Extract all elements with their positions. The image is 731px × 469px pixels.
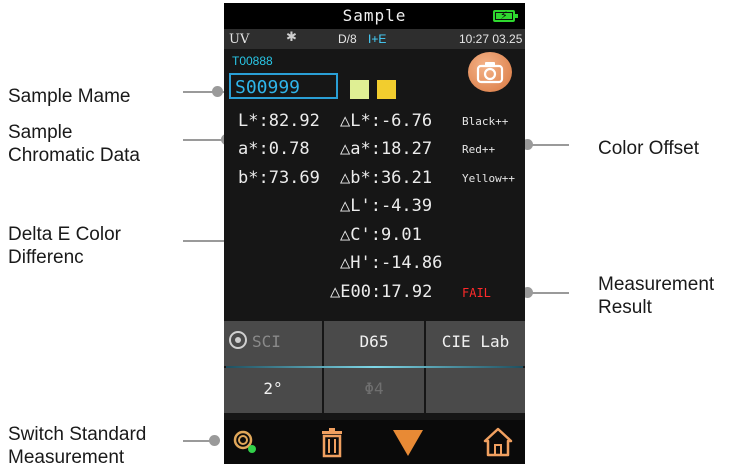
illuminant-button[interactable]: D65 (324, 321, 424, 366)
sci-button[interactable]: SCI (224, 321, 322, 366)
screen-title: Sample (342, 6, 407, 25)
offset-b-label: Yellow++ (462, 172, 515, 185)
clock: 10:27 03.25 (459, 32, 523, 46)
camera-button[interactable] (468, 52, 512, 92)
battery-icon: ⚡ (493, 9, 518, 22)
status-bar: UV ✱ D/8 I+E 10:27 03.25 (224, 29, 525, 49)
bluetooth-icon: ✱ (286, 30, 297, 45)
callout-delta-e-line1: Delta E Color (8, 224, 121, 245)
callout-chromatic-line2: Chromatic Data (8, 145, 140, 166)
geometry-indicator: D/8 (338, 32, 357, 46)
lab-a-value: a*:0.78 (238, 139, 310, 159)
observer-button[interactable]: 2° (224, 368, 322, 413)
leader-dot-switch (209, 435, 220, 446)
delta-l-value: △L*:-6.76 (340, 111, 433, 131)
device-screen: Sample ⚡ UV ✱ D/8 I+E 10:27 03.25 T00888… (224, 3, 525, 464)
trash-icon[interactable] (316, 426, 348, 458)
measurement-result: FAIL (462, 286, 491, 300)
lab-l-value: L*:82.92 (238, 111, 320, 131)
home-icon[interactable] (482, 426, 514, 458)
observer-label: 2° (263, 379, 283, 398)
callout-chromatic-line1: Sample (8, 122, 73, 143)
callout-switch-line2: Measurement (8, 447, 125, 468)
delta-h-prime-value: △H':-14.86 (340, 253, 443, 273)
callout-result-line2: Result (598, 297, 652, 318)
camera-icon (476, 62, 504, 84)
delta-c-prime-value: △C':9.01 (340, 225, 422, 245)
title-bar: Sample ⚡ (224, 3, 525, 29)
standard-name: T00888 (232, 54, 273, 68)
callout-result-line1: Measurement (598, 274, 715, 295)
leader-result (527, 292, 569, 294)
aperture-button[interactable]: Φ4 (324, 368, 424, 413)
color-space-label: CIE Lab (441, 332, 510, 351)
delta-a-value: △a*:18.27 (340, 139, 433, 159)
offset-l-label: Black++ (462, 115, 509, 128)
uv-indicator: UV (229, 32, 250, 47)
bottom-toolbar (224, 420, 525, 464)
sci-icon (229, 331, 247, 349)
callout-switch-line1: Switch Standard (8, 424, 147, 445)
delta-b-value: △b*:36.21 (340, 168, 433, 188)
callout-delta-e-line2: Differenc (8, 247, 84, 268)
sample-name: S00999 (235, 77, 301, 98)
delta-l-prime-value: △L':-4.39 (340, 196, 433, 216)
illuminant-label: D65 (359, 332, 389, 351)
sample-color-swatch (377, 80, 396, 99)
callout-sample-name: Sample Mame (8, 86, 131, 107)
color-space-button[interactable]: CIE Lab (426, 321, 525, 366)
standard-color-swatch (350, 80, 369, 99)
aperture-label: Φ4 (364, 379, 384, 398)
lab-b-value: b*:73.69 (238, 168, 320, 188)
switch-standard-icon[interactable] (230, 426, 262, 458)
callout-color-offset: Color Offset (598, 138, 700, 159)
mode-indicator: I+E (368, 32, 387, 46)
leader-dot-sample-name (212, 86, 223, 97)
offset-a-label: Red++ (462, 143, 496, 156)
sci-label: SCI (252, 332, 281, 351)
delta-e00-value: △E00:17.92 (330, 282, 433, 302)
empty-button (426, 368, 525, 413)
triangle-down-icon[interactable] (390, 426, 426, 458)
sample-name-field[interactable]: S00999 (229, 73, 338, 99)
